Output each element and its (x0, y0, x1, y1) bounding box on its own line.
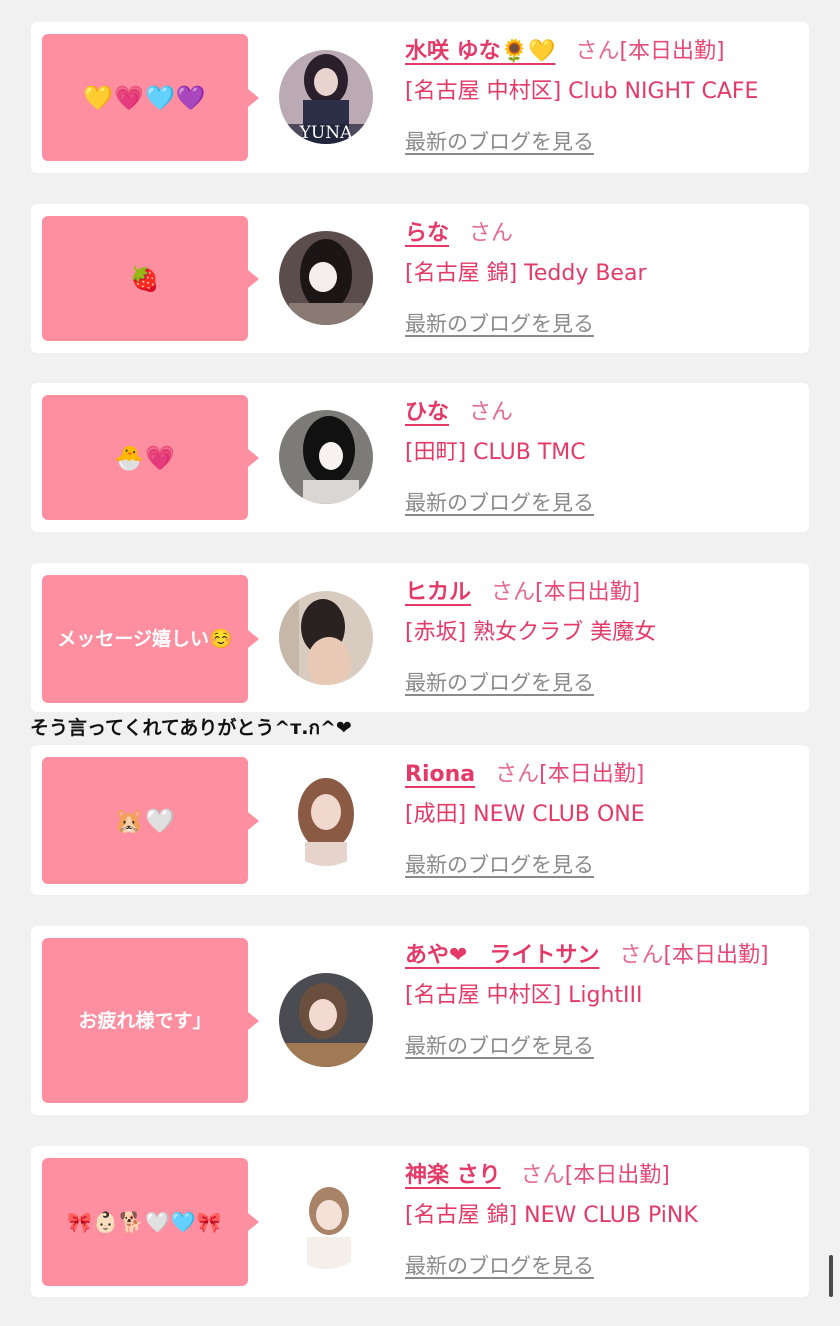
message-bubble: 🐣💗 (42, 395, 259, 520)
message-bubble: 💛💗🩵💜 (42, 34, 259, 161)
message-text: 🐣💗 (114, 443, 176, 472)
girl-card[interactable]: お疲れ様です」 あや❤︎ ライトサン さん[本日出勤] [名古屋 中村区] Lig… (31, 926, 809, 1115)
shop-label: [赤坂] 熟女クラブ 美魔女 (405, 620, 657, 645)
san-label: さん (619, 943, 664, 968)
blog-link[interactable]: 最新のブログを見る (405, 1026, 594, 1066)
blog-link[interactable]: 最新のブログを見る (405, 663, 594, 703)
avatar[interactable] (279, 410, 373, 504)
message-bubble: 🎀👶🏻🐕🤍🩵🎀 (42, 1158, 259, 1286)
girl-info: らな さん [名古屋 錦] Teddy Bear 最新のブログを見る (405, 214, 789, 344)
girl-name-link[interactable]: ひな (405, 400, 449, 425)
blog-link[interactable]: 最新のブログを見る (405, 845, 594, 885)
girl-name-link[interactable]: 水咲 ゆな🌻💛 (405, 39, 555, 64)
message-text: 🎀👶🏻🐕🤍🩵🎀 (67, 1210, 223, 1234)
girl-info: Riona さん[本日出勤] [成田] NEW CLUB ONE 最新のブログを見… (405, 755, 789, 885)
status-label: [本日出勤] (663, 943, 769, 968)
girl-name-link[interactable]: ヒカル (405, 580, 471, 605)
shop-label: [名古屋 中村区] Club NIGHT CAFE (405, 79, 759, 104)
status-label: [本日出勤] (564, 1163, 670, 1188)
girl-card[interactable]: メッセージ嬉しい☺️ ヒカル さん[本日出勤] [赤坂] 熟女クラブ 美魔女 最新… (31, 563, 809, 712)
blog-link[interactable]: 最新のブログを見る (405, 304, 594, 344)
avatar[interactable] (279, 973, 373, 1067)
message-bubble: 🍓 (42, 216, 259, 341)
message-text: 🍓 (129, 264, 161, 293)
message-text: 💛💗🩵💜 (83, 83, 207, 112)
avatar[interactable] (279, 591, 373, 685)
san-label: さん (575, 39, 620, 64)
avatar[interactable] (279, 1175, 373, 1269)
shop-label: [成田] NEW CLUB ONE (405, 802, 645, 827)
san-label: さん (495, 762, 540, 787)
girl-card[interactable]: 🎀👶🏻🐕🤍🩵🎀 神楽 さり さん[本日出勤] [名古屋 錦] NEW CLUB P… (31, 1146, 809, 1297)
status-label: [本日出勤] (535, 580, 641, 605)
blog-link[interactable]: 最新のブログを見る (405, 122, 594, 162)
san-label: さん (469, 221, 514, 246)
girl-name-link[interactable]: らな (405, 221, 449, 246)
status-label: [本日出勤] (539, 762, 645, 787)
message-text: 🐹🤍 (114, 806, 176, 835)
avatar[interactable]: YUNA (279, 50, 373, 144)
reply-overlay-text: そう言ってくれてありがとう^ᴛ.ก^❤︎ (30, 717, 352, 739)
girl-card[interactable]: 🍓 らな さん [名古屋 錦] Teddy Bear 最新のブログを見る (31, 204, 809, 353)
girl-info: あや❤︎ ライトサン さん[本日出勤] [名古屋 中村区] LightIII 最新… (405, 936, 789, 1066)
san-label: さん (491, 580, 536, 605)
shop-label: [名古屋 中村区] LightIII (405, 983, 643, 1008)
message-text: お疲れ様です」 (78, 1009, 212, 1032)
girl-info: ひな さん [田町] CLUB TMC 最新のブログを見る (405, 393, 789, 523)
girl-info: 神楽 さり さん[本日出勤] [名古屋 錦] NEW CLUB PiNK 最新のブ… (405, 1156, 789, 1286)
girl-card[interactable]: 🐣💗 ひな さん [田町] CLUB TMC 最新のブログを見る (31, 383, 809, 532)
san-label: さん (469, 400, 514, 425)
avatar[interactable] (279, 772, 373, 866)
girl-card[interactable]: 🐹🤍 Riona さん[本日出勤] [成田] NEW CLUB ONE 最新のブロ… (31, 745, 809, 895)
shop-label: [田町] CLUB TMC (405, 440, 586, 465)
girl-info: ヒカル さん[本日出勤] [赤坂] 熟女クラブ 美魔女 最新のブログを見る (405, 573, 789, 703)
scrollbar[interactable] (829, 1255, 833, 1297)
message-bubble: お疲れ様です」 (42, 938, 259, 1103)
status-label: [本日出勤] (619, 39, 725, 64)
message-bubble: 🐹🤍 (42, 757, 259, 884)
avatar-caption: YUNA (299, 123, 353, 143)
blog-link[interactable]: 最新のブログを見る (405, 1246, 594, 1286)
girl-name-link[interactable]: あや❤︎ ライトサン (405, 943, 599, 968)
message-text: メッセージ嬉しい☺️ (57, 628, 233, 650)
avatar[interactable] (279, 231, 373, 325)
shop-label: [名古屋 錦] NEW CLUB PiNK (405, 1203, 698, 1228)
shop-label: [名古屋 錦] Teddy Bear (405, 261, 647, 286)
san-label: さん (520, 1163, 565, 1188)
girl-card[interactable]: 💛💗🩵💜 YUNA 水咲 ゆな🌻💛 さん[本日出勤] [名古屋 中村区] Club… (31, 22, 809, 173)
girl-info: 水咲 ゆな🌻💛 さん[本日出勤] [名古屋 中村区] Club NIGHT CAF… (405, 32, 789, 162)
girl-name-link[interactable]: Riona (405, 762, 475, 787)
girl-name-link[interactable]: 神楽 さり (405, 1163, 501, 1188)
message-bubble: メッセージ嬉しい☺️ (42, 575, 259, 703)
blog-link[interactable]: 最新のブログを見る (405, 483, 594, 523)
